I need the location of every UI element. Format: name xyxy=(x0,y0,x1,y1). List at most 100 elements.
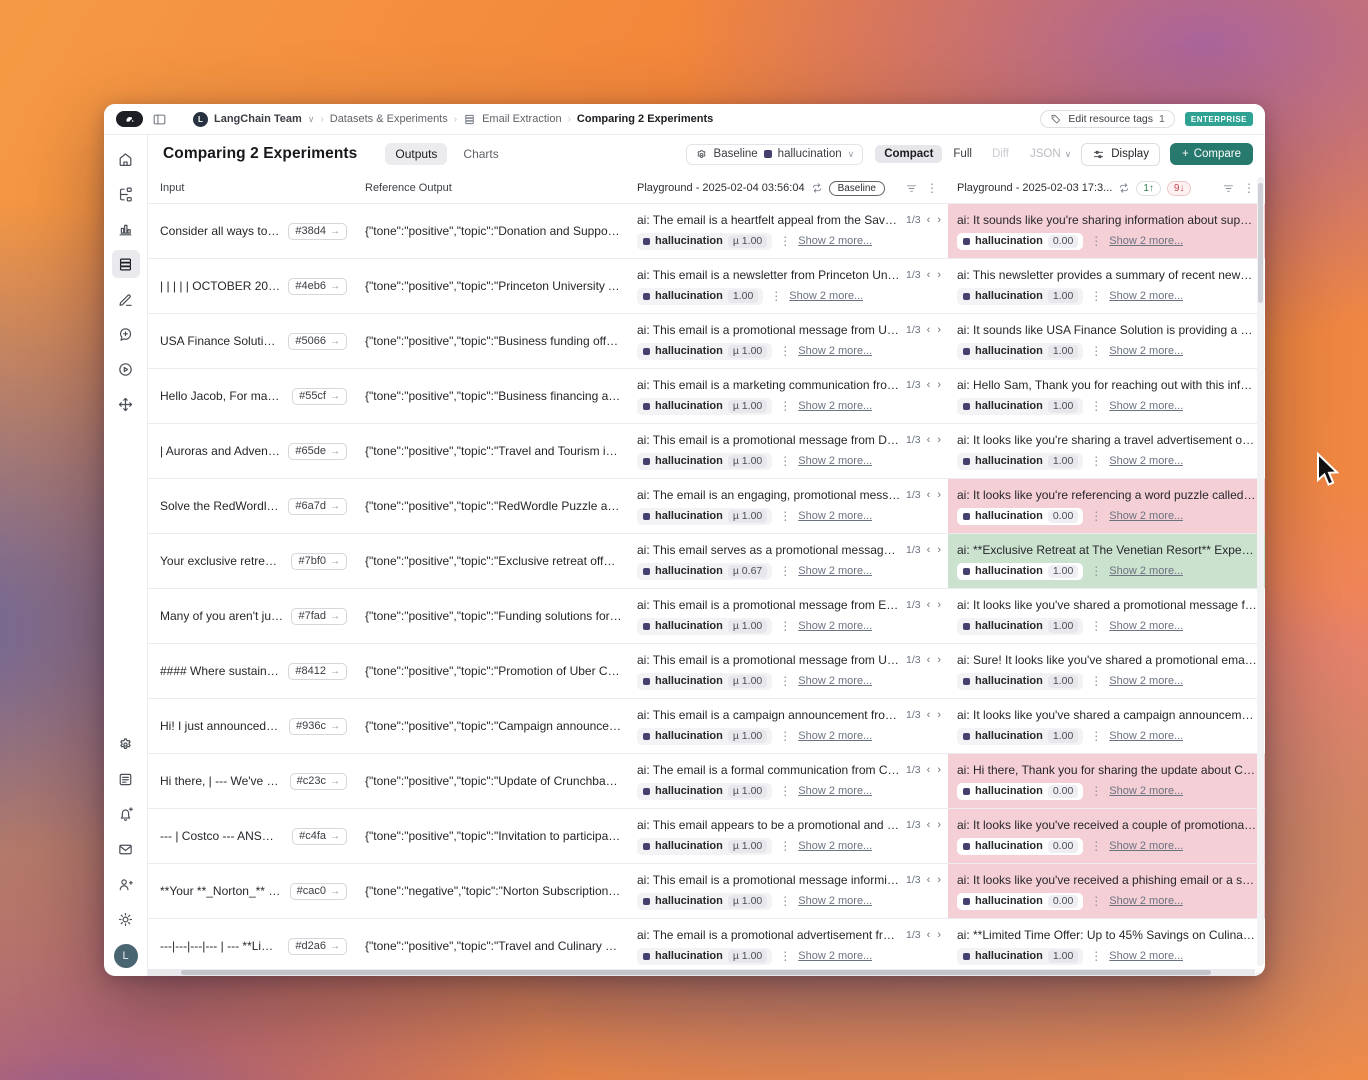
prev-repetition-button[interactable]: ‹ xyxy=(926,599,932,611)
example-id-link[interactable]: #cac0 → xyxy=(289,882,347,900)
column-header-input[interactable]: Input xyxy=(148,173,357,203)
example-id-link[interactable]: #4eb6 → xyxy=(288,277,347,295)
kebab-icon[interactable]: ⋮ xyxy=(779,400,791,412)
next-repetition-button[interactable]: › xyxy=(936,214,942,226)
hallucination-score-badge[interactable]: hallucination µ 1.00 xyxy=(637,452,773,470)
kebab-icon[interactable]: ⋮ xyxy=(1090,840,1102,852)
hallucination-score-badge[interactable]: hallucination 1.00 xyxy=(957,342,1084,360)
prev-repetition-button[interactable]: ‹ xyxy=(926,269,932,281)
breadcrumb-dataset[interactable]: Email Extraction xyxy=(482,113,561,125)
show-more-link[interactable]: Show 2 more... xyxy=(798,950,872,962)
show-more-link[interactable]: Show 2 more... xyxy=(798,510,872,522)
show-more-link[interactable]: Show 2 more... xyxy=(798,235,872,247)
hallucination-score-badge[interactable]: hallucination 1.00 xyxy=(957,672,1084,690)
prev-repetition-button[interactable]: ‹ xyxy=(926,929,932,941)
table-row[interactable]: #### Where sustainability ... #8412→ {"t… xyxy=(148,644,1265,699)
breadcrumb-datasets[interactable]: Datasets & Experiments xyxy=(330,113,448,125)
show-more-link[interactable]: Show 2 more... xyxy=(798,345,872,357)
next-repetition-button[interactable]: › xyxy=(936,324,942,336)
kebab-icon[interactable]: ⋮ xyxy=(770,290,782,302)
mode-full[interactable]: Full xyxy=(944,145,981,163)
show-more-link[interactable]: Show 2 more... xyxy=(1109,235,1183,247)
example-id-link[interactable]: #936c → xyxy=(289,717,347,735)
prev-repetition-button[interactable]: ‹ xyxy=(926,819,932,831)
hallucination-score-badge[interactable]: hallucination 1.00 xyxy=(957,452,1084,470)
prev-repetition-button[interactable]: ‹ xyxy=(926,324,932,336)
show-more-link[interactable]: Show 2 more... xyxy=(798,840,872,852)
table-row[interactable]: Your exclusive retreat at Th... #7bf0→ {… xyxy=(148,534,1265,589)
example-id-link[interactable]: #c4fa → xyxy=(292,827,347,845)
table-row[interactable]: Hi there, | --- We've update... #c23c→ {… xyxy=(148,754,1265,809)
kebab-icon[interactable]: ⋮ xyxy=(1090,785,1102,797)
show-more-link[interactable]: Show 2 more... xyxy=(1109,950,1183,962)
show-more-link[interactable]: Show 2 more... xyxy=(1109,455,1183,467)
column-header-experiment-1[interactable]: Playground - 2025-02-04 03:56:04 Baselin… xyxy=(630,173,948,203)
hallucination-score-badge[interactable]: hallucination µ 1.00 xyxy=(637,947,773,965)
show-more-link[interactable]: Show 2 more... xyxy=(789,290,863,302)
display-button[interactable]: Display xyxy=(1081,142,1160,166)
prev-repetition-button[interactable]: ‹ xyxy=(926,654,932,666)
kebab-icon[interactable]: ⋮ xyxy=(779,345,791,357)
table-row[interactable]: USA Finance Solution offer... #5066→ {"t… xyxy=(148,314,1265,369)
next-repetition-button[interactable]: › xyxy=(936,709,942,721)
vertical-scrollbar[interactable] xyxy=(1257,177,1264,966)
hallucination-score-badge[interactable]: hallucination µ 1.00 xyxy=(637,727,773,745)
prev-repetition-button[interactable]: ‹ xyxy=(926,764,932,776)
show-more-link[interactable]: Show 2 more... xyxy=(798,400,872,412)
next-repetition-button[interactable]: › xyxy=(936,819,942,831)
show-more-link[interactable]: Show 2 more... xyxy=(1109,730,1183,742)
langsmith-logo-icon[interactable] xyxy=(116,111,143,127)
sidebar-item-theme[interactable] xyxy=(112,905,140,933)
next-repetition-button[interactable]: › xyxy=(936,269,942,281)
baseline-metric-dropdown[interactable]: Baseline hallucination ∨ xyxy=(685,143,864,165)
kebab-icon[interactable]: ⋮ xyxy=(1243,182,1255,194)
table-row[interactable]: Hi! I just announced that I w... #936c→ … xyxy=(148,699,1265,754)
hallucination-score-badge[interactable]: hallucination 1.00 xyxy=(957,617,1084,635)
open-comparison-icon[interactable] xyxy=(811,182,823,194)
regressed-count-badge[interactable]: 9↓ xyxy=(1166,180,1192,196)
show-more-link[interactable]: Show 2 more... xyxy=(1109,840,1183,852)
kebab-icon[interactable]: ⋮ xyxy=(779,840,791,852)
hallucination-score-badge[interactable]: hallucination 0.00 xyxy=(957,837,1084,855)
sidebar-item-prompts[interactable] xyxy=(112,320,140,348)
kebab-icon[interactable]: ⋮ xyxy=(1090,895,1102,907)
table-row[interactable]: ---|---|---|--- | --- **Limite... #d2a6 →… xyxy=(148,919,1265,974)
scrollbar-thumb[interactable] xyxy=(181,970,1211,975)
prev-repetition-button[interactable]: ‹ xyxy=(926,434,932,446)
hallucination-score-badge[interactable]: hallucination µ 1.00 xyxy=(637,507,773,525)
user-avatar[interactable]: L xyxy=(113,944,138,968)
example-id-link[interactable]: #55cf → xyxy=(292,387,347,405)
sidebar-item-deployments[interactable] xyxy=(112,390,140,418)
example-id-link[interactable]: #7bf0 → xyxy=(291,552,347,570)
show-more-link[interactable]: Show 2 more... xyxy=(1109,290,1183,302)
scrollbar-thumb[interactable] xyxy=(1258,183,1263,303)
example-id-link[interactable]: #7fad → xyxy=(291,607,347,625)
sidebar-item-feedback[interactable] xyxy=(112,835,140,863)
hallucination-score-badge[interactable]: hallucination µ 1.00 xyxy=(637,232,773,250)
example-id-link[interactable]: #6a7d → xyxy=(288,497,347,515)
chevron-down-icon[interactable]: ∨ xyxy=(308,114,315,125)
kebab-icon[interactable]: ⋮ xyxy=(1090,235,1102,247)
table-row[interactable]: Solve the RedWordle We kn... #6a7d→ {"to… xyxy=(148,479,1265,534)
show-more-link[interactable]: Show 2 more... xyxy=(1109,675,1183,687)
open-comparison-icon[interactable] xyxy=(1118,182,1130,194)
json-format-dropdown[interactable]: JSON ∨ xyxy=(1030,148,1071,160)
prev-repetition-button[interactable]: ‹ xyxy=(926,214,932,226)
hallucination-score-badge[interactable]: hallucination µ 1.00 xyxy=(637,617,773,635)
example-id-link[interactable]: #38d4 → xyxy=(288,222,347,240)
hallucination-score-badge[interactable]: hallucination µ 0.67 xyxy=(637,562,773,580)
hallucination-score-badge[interactable]: hallucination 1.00 xyxy=(957,562,1084,580)
column-header-experiment-2[interactable]: Playground - 2025-02-03 17:3... 1↑ 9↓ ⋮ xyxy=(948,173,1265,203)
next-repetition-button[interactable]: › xyxy=(936,929,942,941)
show-more-link[interactable]: Show 2 more... xyxy=(1109,620,1183,632)
hallucination-score-badge[interactable]: hallucination 1.00 xyxy=(957,287,1084,305)
kebab-icon[interactable]: ⋮ xyxy=(779,510,791,522)
table-row[interactable]: Many of you aren't just runn... #7fad→ {… xyxy=(148,589,1265,644)
hallucination-score-badge[interactable]: hallucination µ 1.00 xyxy=(637,782,773,800)
table-row[interactable]: | Auroras and Adventure A... #65de→ {"to… xyxy=(148,424,1265,479)
prev-repetition-button[interactable]: ‹ xyxy=(926,874,932,886)
kebab-icon[interactable]: ⋮ xyxy=(1090,675,1102,687)
compare-button[interactable]: + Compare xyxy=(1169,143,1253,165)
example-id-link[interactable]: #d2a6 → xyxy=(288,937,347,955)
sidebar-item-notifications[interactable] xyxy=(112,800,140,828)
